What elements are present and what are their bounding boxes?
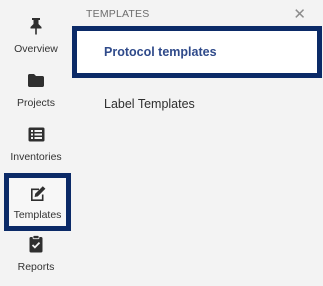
menu-item-label: Label Templates [104,97,195,111]
pin-icon [28,16,44,36]
sidebar-item-reports[interactable]: Reports [0,234,72,284]
edit-icon [29,183,47,203]
sidebar-item-label: Templates [13,209,62,221]
sidebar: Overview Projects Inventories Templates … [0,0,72,286]
sidebar-item-label: Overview [14,43,58,55]
menu-item-label: Protocol templates [104,45,217,59]
templates-panel: TEMPLATES ✕ Protocol templates Label Tem… [72,0,323,286]
folder-icon [27,70,45,90]
clipboard-check-icon [29,234,43,254]
sidebar-item-inventories[interactable]: Inventories [0,124,72,174]
list-icon [28,124,45,144]
sidebar-item-label: Projects [17,97,55,109]
close-icon[interactable]: ✕ [293,5,306,23]
sidebar-item-label: Inventories [10,151,62,163]
panel-title: TEMPLATES [86,8,150,20]
menu-item-label-templates[interactable]: Label Templates [72,78,323,130]
sidebar-item-overview[interactable]: Overview [0,16,72,66]
sidebar-item-templates[interactable]: Templates [4,173,71,231]
sidebar-item-projects[interactable]: Projects [0,70,72,120]
sidebar-item-label: Reports [17,261,55,273]
menu-item-protocol-templates[interactable]: Protocol templates [72,26,322,78]
